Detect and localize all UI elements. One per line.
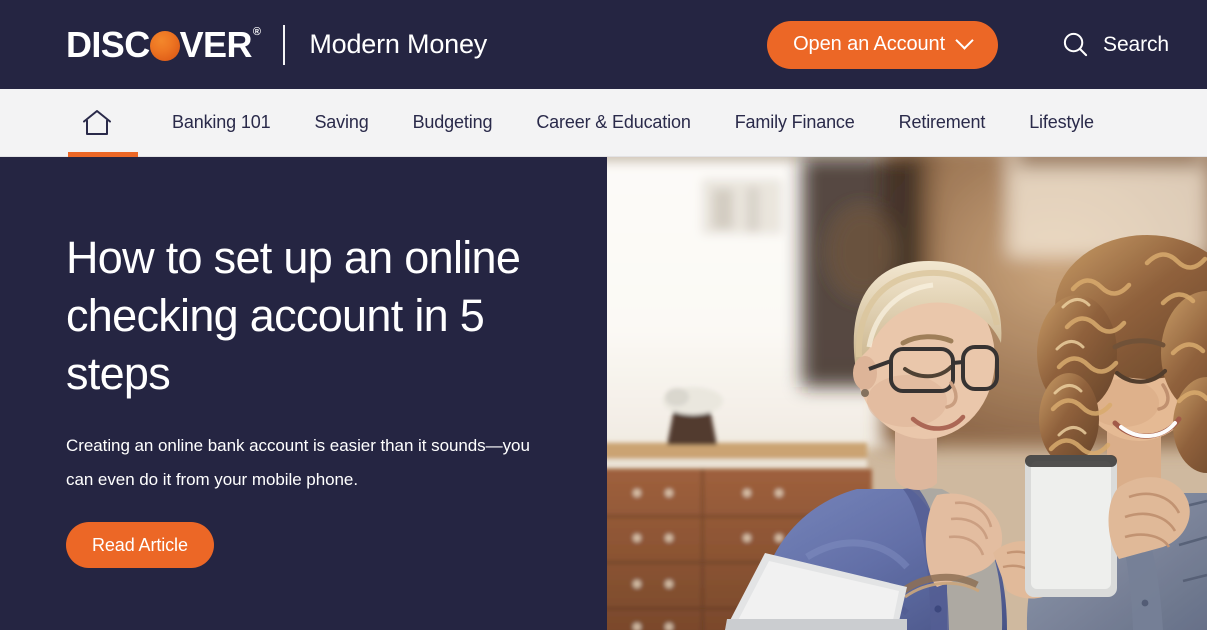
orange-circle-o-icon [149,30,180,61]
main-navigation: Banking 101 Saving Budgeting Career & Ed… [0,89,1207,157]
nav-item-list: Banking 101 Saving Budgeting Career & Ed… [172,112,1094,133]
discover-logo[interactable]: DISC VER ® [66,23,261,65]
hero-photo-illustration [607,157,1207,630]
nav-item-retirement[interactable]: Retirement [899,112,986,133]
nav-item-banking-101[interactable]: Banking 101 [172,112,271,133]
registered-mark: ® [252,26,261,38]
hero-description: Creating an online bank account is easie… [66,436,530,489]
search-label: Search [1103,32,1169,56]
hero-section: How to set up an online checking account… [0,157,1207,630]
sidebar-item-home[interactable] [82,89,112,156]
logo-text-after: VER [179,23,253,65]
logo-text-before: DISC [66,23,150,65]
nav-item-saving[interactable]: Saving [314,112,368,133]
read-article-button[interactable]: Read Article [66,522,214,568]
page-root: DISC VER ® Modern Money Open an Account [0,0,1207,630]
hero-text-column: How to set up an online checking account… [0,157,607,630]
search-button[interactable]: Search [1062,31,1169,58]
brand-divider [283,24,286,65]
search-icon [1063,32,1088,57]
nav-item-career-education[interactable]: Career & Education [536,112,691,133]
nav-item-lifestyle[interactable]: Lifestyle [1029,112,1094,133]
brand-subtitle[interactable]: Modern Money [309,29,487,60]
nav-item-family-finance[interactable]: Family Finance [735,112,855,133]
open-account-label: Open an Account [793,33,946,55]
header-actions: Open an Account Search [767,20,1169,69]
home-icon [83,110,111,135]
hero-image [607,157,1207,630]
page-title: How to set up an online checking account… [66,232,521,399]
site-header: DISC VER ® Modern Money Open an Account [0,0,1207,89]
nav-item-budgeting[interactable]: Budgeting [413,112,493,133]
brand-block: DISC VER ® Modern Money [66,23,487,65]
chevron-down-icon [957,34,972,49]
discover-logo-wordmark: DISC VER ® [66,23,261,65]
open-account-button[interactable]: Open an Account [767,20,999,69]
